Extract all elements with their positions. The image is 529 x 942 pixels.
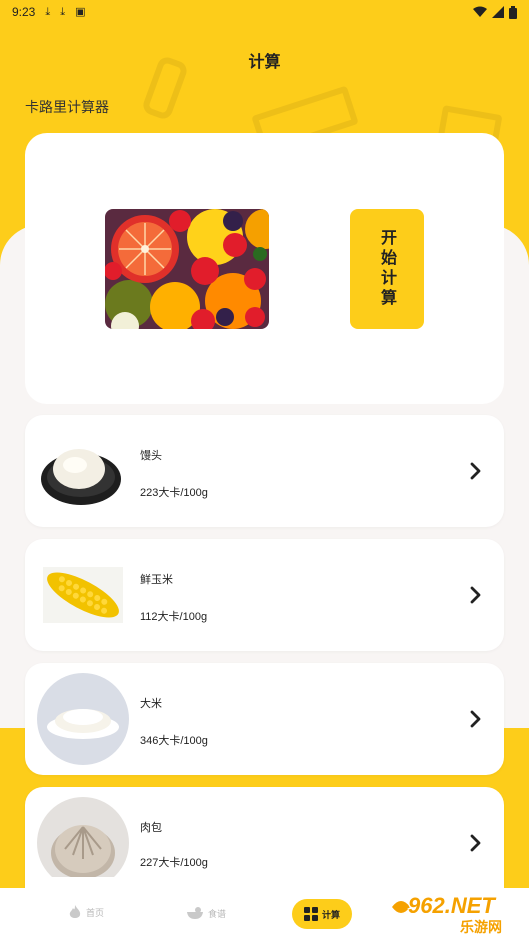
flame-icon — [69, 905, 81, 918]
wifi-icon — [473, 6, 487, 17]
tab-calculate[interactable]: 计算 — [292, 899, 353, 929]
tab-recipes[interactable]: 食谱 — [186, 906, 226, 920]
status-bar: 9:23 ⤓ ⤓ ▣ — [0, 0, 529, 24]
food-item-steamed-bun[interactable]: 馒头 223大卡/100g — [25, 415, 504, 527]
food-name: 鲜玉米 — [140, 574, 173, 586]
watermark-brand: 962.NET — [408, 893, 495, 918]
food-calories: 346大卡/100g — [140, 735, 208, 747]
food-name: 大米 — [140, 698, 162, 710]
meat-bun-image — [37, 797, 129, 877]
food-calories: 112大卡/100g — [140, 611, 208, 623]
site-watermark: 962.NET 乐游网 — [390, 891, 526, 939]
watermark-subtitle: 乐游网 — [460, 919, 502, 935]
food-name: 肉包 — [140, 822, 162, 834]
tab-home[interactable]: 首页 — [68, 904, 104, 920]
food-item-meat-bun[interactable]: 肉包 227大卡/100g — [25, 787, 504, 888]
bowl-icon — [187, 907, 203, 919]
corn-image — [37, 549, 129, 641]
tab-label: 计算 — [322, 909, 341, 920]
rice-bowl-image — [37, 673, 129, 765]
section-title: 卡路里计算器 — [25, 99, 109, 115]
app-notification-icon: ▣ — [75, 5, 86, 18]
start-calculate-button[interactable]: 开始计算 — [350, 209, 424, 329]
chevron-right-icon — [470, 586, 481, 604]
food-name: 馒头 — [140, 450, 162, 462]
download-icon: ⤓ — [45, 5, 51, 18]
signal-icon — [492, 6, 504, 18]
food-item-fresh-corn[interactable]: 鲜玉米 112大卡/100g — [25, 539, 504, 651]
chevron-right-icon — [470, 462, 481, 480]
tab-label: 首页 — [86, 907, 105, 918]
food-item-rice[interactable]: 大米 346大卡/100g — [25, 663, 504, 775]
download-icon: ⤓ — [60, 5, 66, 18]
fruit-assortment-image — [105, 209, 269, 329]
food-calories: 223大卡/100g — [140, 487, 208, 499]
chevron-right-icon — [470, 834, 481, 852]
food-calories: 227大卡/100g — [140, 857, 208, 869]
tab-label: 食谱 — [208, 908, 227, 919]
battery-icon — [509, 5, 517, 19]
page-title: 计算 — [248, 54, 281, 71]
status-time: 9:23 — [12, 5, 36, 19]
steamed-bun-image — [37, 425, 129, 517]
grid-icon — [304, 907, 318, 921]
chevron-right-icon — [470, 710, 481, 728]
calculator-card: 开始计算 — [25, 133, 504, 404]
